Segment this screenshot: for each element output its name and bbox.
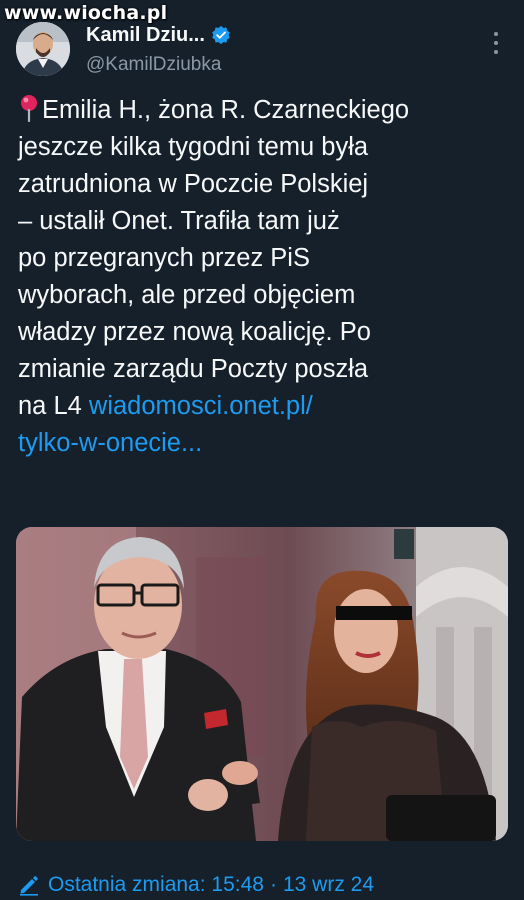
tweet-link-part1[interactable]: wiadomosci.onet.pl/ — [89, 392, 313, 420]
avatar[interactable] — [16, 22, 70, 76]
round-pushpin-icon — [21, 95, 37, 122]
tweet-link-part2[interactable]: tylko-w-onecie... — [18, 429, 202, 457]
watermark: www.wiocha.pl — [4, 2, 168, 24]
tweet-photo[interactable] — [16, 527, 508, 841]
author-display-name[interactable]: Kamil Dziu... — [86, 24, 205, 47]
photo-icon — [16, 527, 508, 841]
more-options-icon[interactable] — [488, 32, 504, 54]
author-handle[interactable]: @KamilDziubka — [86, 54, 231, 76]
pencil-icon — [20, 876, 38, 896]
tweet-text: Emilia H., żona R. Czarneckiego jeszcze … — [18, 92, 514, 462]
tweet-page: www.wiocha.pl Kamil Dziu... @KamilDziubk… — [0, 0, 524, 900]
verified-badge-icon — [212, 25, 230, 45]
footer-separator: · — [269, 873, 277, 896]
tweet-body: Emilia H., żona R. Czarneckiego jeszcze … — [18, 96, 410, 420]
edited-label: Ostatnia zmiana: 15:48 — [48, 873, 264, 896]
edited-info[interactable]: Ostatnia zmiana: 15:48 · 13 wrz 24 — [18, 870, 374, 900]
person-avatar-icon — [16, 22, 70, 76]
edited-date: 13 wrz 24 — [282, 873, 375, 896]
author-names: Kamil Dziu... @KamilDziubka — [86, 22, 231, 76]
